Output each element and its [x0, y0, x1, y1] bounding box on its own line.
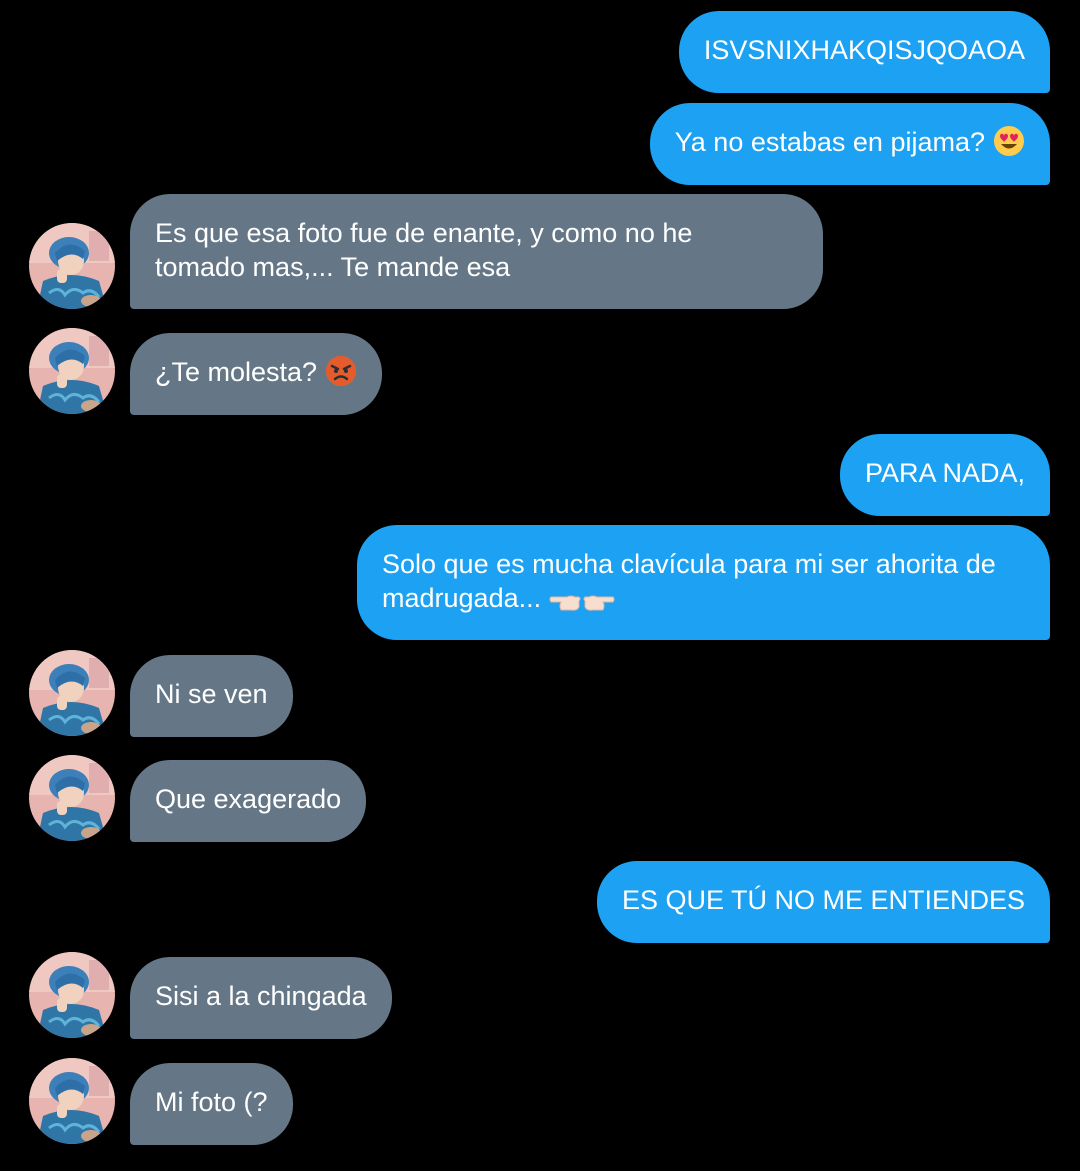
message-text: Que exagerado	[155, 784, 342, 814]
incoming-message-bubble[interactable]: ¿Te molesta?	[130, 333, 383, 415]
message-text: Mi foto (?	[155, 1087, 268, 1117]
message-text: ¿Te molesta?	[155, 357, 318, 387]
message-text: Ya no estabas en pijama?	[674, 127, 985, 157]
outgoing-message-bubble[interactable]: ES QUE TÚ NO ME ENTIENDES	[596, 861, 1050, 943]
contact-avatar[interactable]	[29, 650, 115, 736]
contact-avatar[interactable]	[29, 952, 115, 1038]
outgoing-message-bubble[interactable]: Ya no estabas en pijama?	[649, 103, 1050, 185]
outgoing-message-bubble[interactable]: Solo que es mucha clavícula para mi ser …	[357, 525, 1050, 640]
message-text: Es que esa foto fue de enante, y como no…	[155, 218, 693, 282]
message-text: Solo que es mucha clavícula para mi ser …	[382, 549, 996, 613]
incoming-message-bubble[interactable]: Es que esa foto fue de enante, y como no…	[130, 194, 823, 309]
outgoing-message-bubble[interactable]: PARA NADA,	[839, 434, 1050, 516]
heart-eyes-emoji-icon	[993, 125, 1025, 165]
angry-face-emoji-icon	[325, 355, 357, 395]
contact-avatar[interactable]	[29, 755, 115, 841]
incoming-message-bubble[interactable]: Sisi a la chingada	[130, 957, 392, 1039]
message-text: ES QUE TÚ NO ME ENTIENDES	[621, 885, 1025, 915]
message-text: PARA NADA,	[864, 458, 1025, 488]
incoming-message-bubble[interactable]: Que exagerado	[130, 760, 367, 842]
contact-avatar[interactable]	[29, 1058, 115, 1144]
message-text: ISVSNIXHAKQISJQOAOA	[703, 35, 1025, 65]
incoming-message-bubble[interactable]: Ni se ven	[130, 655, 293, 737]
outgoing-message-bubble[interactable]: ISVSNIXHAKQISJQOAOA	[678, 11, 1050, 93]
message-text: Sisi a la chingada	[155, 981, 367, 1011]
pointing-fingers-emoji-icon	[549, 585, 615, 621]
contact-avatar[interactable]	[29, 328, 115, 414]
message-text: Ni se ven	[155, 679, 268, 709]
incoming-message-bubble[interactable]: Mi foto (?	[130, 1063, 293, 1145]
contact-avatar[interactable]	[29, 223, 115, 309]
